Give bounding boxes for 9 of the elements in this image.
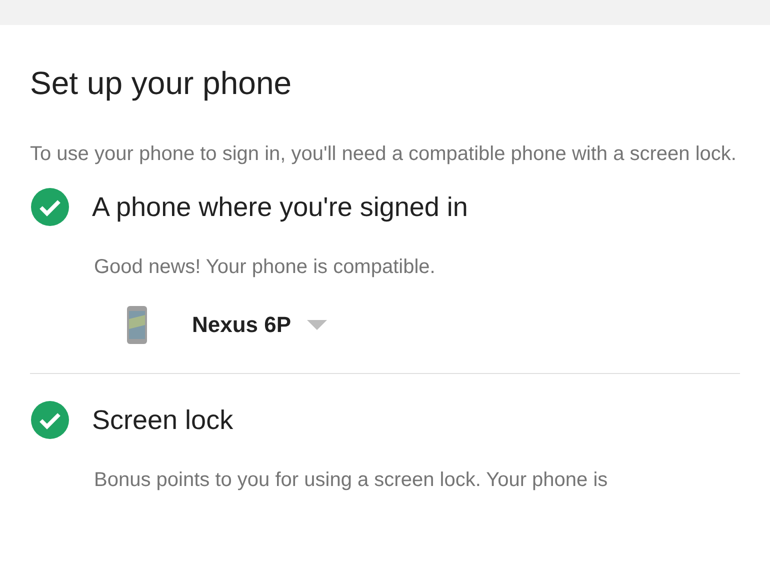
intro-text: To use your phone to sign in, you'll need a compatible phone with a screen lock. (30, 142, 738, 167)
page-title: Set up your phone (30, 64, 293, 103)
requirement-title: A phone where you're signed in (92, 191, 468, 224)
caret-icon (307, 320, 328, 330)
requirement-title: Screen lock (92, 404, 234, 437)
device-dropdown[interactable]: Nexus 6P (126, 305, 328, 345)
requirement-description: Bonus points to you for using a screen lock. Your phone is (94, 468, 609, 493)
requirement-description: Good news! Your phone is compatible. (94, 255, 436, 280)
phone-icon (126, 305, 148, 345)
